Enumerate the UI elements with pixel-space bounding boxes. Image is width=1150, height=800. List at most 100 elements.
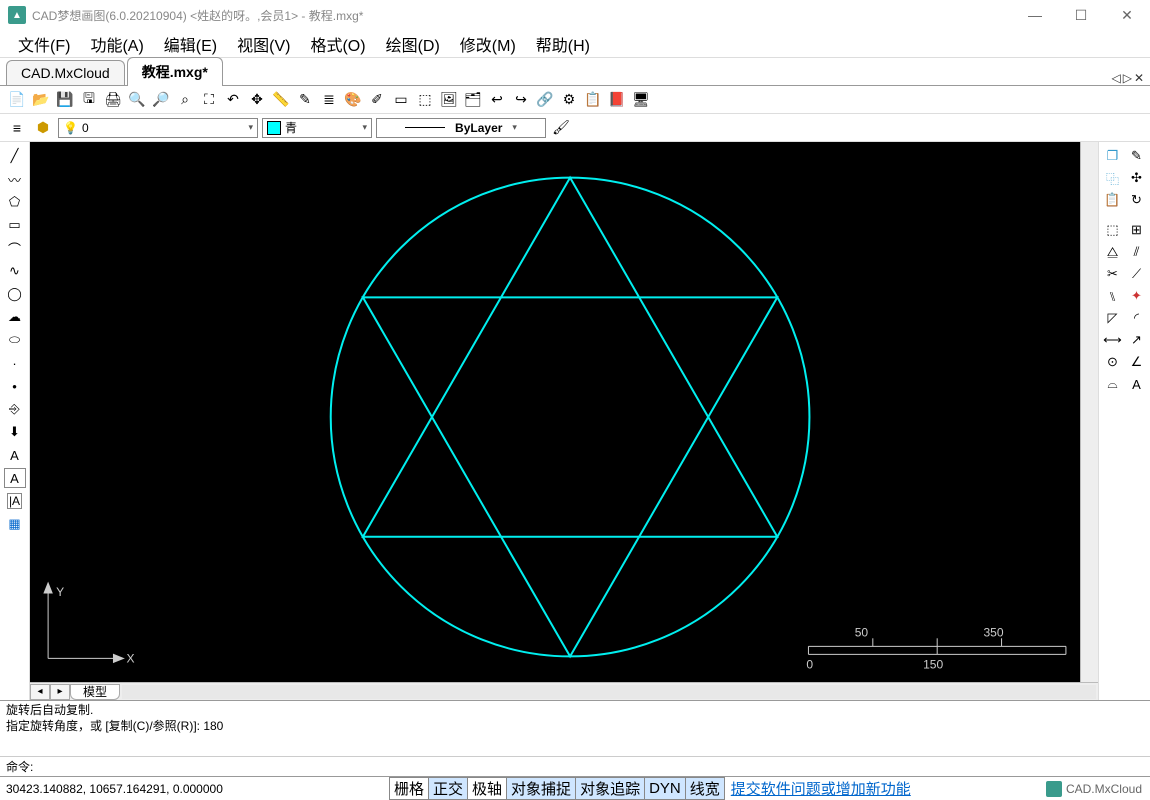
- break-icon[interactable]: ⑊: [1102, 286, 1124, 306]
- hatch-icon[interactable]: ▦: [4, 514, 26, 534]
- tab-scroll-right-icon[interactable]: ▷: [1123, 71, 1132, 85]
- polyline-icon[interactable]: 〰: [4, 169, 26, 189]
- select-icon[interactable]: ⬚: [1102, 220, 1124, 240]
- line-icon[interactable]: ╱: [4, 146, 26, 166]
- tab-cloud[interactable]: CAD.MxCloud: [6, 60, 125, 85]
- undo-icon[interactable]: ↩: [486, 89, 508, 111]
- measure-icon[interactable]: 📏: [270, 89, 292, 111]
- menu-draw[interactable]: 绘图(D): [376, 28, 450, 60]
- mirror-icon[interactable]: ⧋: [1102, 242, 1124, 262]
- circle-icon[interactable]: ◯: [4, 284, 26, 304]
- status-grid-button[interactable]: 栅格: [389, 777, 429, 800]
- chamfer-icon[interactable]: ◸: [1102, 308, 1124, 328]
- polygon-icon[interactable]: ⬠: [4, 192, 26, 212]
- pan-icon[interactable]: ✥: [246, 89, 268, 111]
- drawing-canvas[interactable]: Y X 50 350 0 150: [30, 142, 1080, 682]
- maximize-button[interactable]: ☐: [1058, 0, 1104, 30]
- new-icon[interactable]: 📄: [6, 89, 28, 111]
- brush-icon[interactable]: 🖌: [550, 117, 572, 139]
- menu-file[interactable]: 文件(F): [8, 28, 80, 60]
- paste-icon[interactable]: 📋: [1102, 190, 1124, 210]
- layer-combo[interactable]: 💡 0 ▾: [58, 118, 258, 138]
- offset-icon[interactable]: ⫽: [1126, 242, 1148, 262]
- tool10-icon[interactable]: 🖥: [630, 89, 652, 111]
- tool6-icon[interactable]: 🗂: [462, 89, 484, 111]
- tool9-icon[interactable]: 📋: [582, 89, 604, 111]
- dim-arc-icon[interactable]: ⌓: [1102, 374, 1124, 394]
- zoom-prev-icon[interactable]: ↶: [222, 89, 244, 111]
- arc-icon[interactable]: ⌒: [4, 238, 26, 258]
- revcloud-icon[interactable]: ☁: [4, 307, 26, 327]
- zoom-extents-icon[interactable]: ⛶: [198, 89, 220, 111]
- print-icon[interactable]: 🖨: [102, 89, 124, 111]
- tool1-icon[interactable]: ✎: [294, 89, 316, 111]
- redo-icon[interactable]: ↪: [510, 89, 532, 111]
- horizontal-scrollbar[interactable]: [122, 685, 1096, 699]
- menu-view[interactable]: 视图(V): [227, 28, 300, 60]
- tool8-icon[interactable]: ⚙: [558, 89, 580, 111]
- saveas-icon[interactable]: 🖫: [78, 89, 100, 111]
- tool2-icon[interactable]: ✐: [366, 89, 388, 111]
- zoom-window-icon[interactable]: ⌕: [174, 89, 196, 111]
- point2-icon[interactable]: •: [4, 376, 26, 396]
- array-icon[interactable]: ⊞: [1126, 220, 1148, 240]
- tab-close-icon[interactable]: ✕: [1134, 71, 1144, 85]
- open-icon[interactable]: 📂: [30, 89, 52, 111]
- explode-icon[interactable]: ✦: [1126, 286, 1148, 306]
- status-polar-button[interactable]: 极轴: [467, 777, 507, 800]
- spline-icon[interactable]: ∿: [4, 261, 26, 281]
- erase-icon[interactable]: ✎: [1126, 146, 1148, 166]
- tab-active-doc[interactable]: 教程.mxg*: [127, 57, 223, 86]
- zoom-out-icon[interactable]: 🔎: [150, 89, 172, 111]
- menu-edit[interactable]: 编辑(E): [154, 28, 227, 60]
- trim-icon[interactable]: ✂: [1102, 264, 1124, 284]
- ellipse-icon[interactable]: ⬭: [4, 330, 26, 350]
- menu-format[interactable]: 格式(O): [300, 28, 375, 60]
- rectangle-icon[interactable]: ▭: [4, 215, 26, 235]
- mtext2-icon[interactable]: |A: [4, 491, 26, 511]
- layer-state-icon[interactable]: ⬢: [32, 117, 54, 139]
- status-lwt-button[interactable]: 线宽: [685, 777, 725, 800]
- menu-help[interactable]: 帮助(H): [526, 28, 600, 60]
- copy-icon[interactable]: ❐: [1102, 146, 1124, 166]
- layers-icon[interactable]: ≣: [318, 89, 340, 111]
- tool4-icon[interactable]: ⬚: [414, 89, 436, 111]
- vertical-scrollbar[interactable]: [1080, 142, 1098, 682]
- tab-nav-right[interactable]: ▸: [50, 684, 70, 700]
- minimize-button[interactable]: ―: [1012, 0, 1058, 30]
- insert-icon[interactable]: ⬇: [4, 422, 26, 442]
- text-tool-icon[interactable]: A: [1126, 374, 1148, 394]
- zoom-in-icon[interactable]: 🔍: [126, 89, 148, 111]
- text-icon[interactable]: A: [4, 445, 26, 465]
- dim-radius-icon[interactable]: ⊙: [1102, 352, 1124, 372]
- move-icon[interactable]: ✣: [1126, 168, 1148, 188]
- save-icon[interactable]: 💾: [54, 89, 76, 111]
- fillet-icon[interactable]: ◜: [1126, 308, 1148, 328]
- status-dyn-button[interactable]: DYN: [644, 777, 686, 800]
- dim-linear-icon[interactable]: ⟷: [1102, 330, 1124, 350]
- tab-scroll-left-icon[interactable]: ◁: [1111, 71, 1120, 85]
- point-icon[interactable]: ·: [4, 353, 26, 373]
- close-button[interactable]: ✕: [1104, 0, 1150, 30]
- block-icon[interactable]: ⎆: [4, 399, 26, 419]
- status-osnap-button[interactable]: 对象捕捉: [506, 777, 576, 800]
- layer-mgr-icon[interactable]: ≡: [6, 117, 28, 139]
- tool5-icon[interactable]: 🖼: [438, 89, 460, 111]
- color-combo[interactable]: 青 ▾: [262, 118, 372, 138]
- color-icon[interactable]: 🎨: [342, 89, 364, 111]
- model-tab[interactable]: 模型: [70, 684, 120, 700]
- dim-aligned-icon[interactable]: ↗: [1126, 330, 1148, 350]
- tool7-icon[interactable]: 🔗: [534, 89, 556, 111]
- tab-nav-left[interactable]: ◂: [30, 684, 50, 700]
- menu-func[interactable]: 功能(A): [80, 28, 153, 60]
- status-ortho-button[interactable]: 正交: [428, 777, 468, 800]
- dim-angle-icon[interactable]: ∠: [1126, 352, 1148, 372]
- pdf-icon[interactable]: 📕: [606, 89, 628, 111]
- rotate-icon[interactable]: ↻: [1126, 190, 1148, 210]
- tool3-icon[interactable]: ▭: [390, 89, 412, 111]
- menu-modify[interactable]: 修改(M): [450, 28, 526, 60]
- feedback-link[interactable]: 提交软件问题或增加新功能: [731, 778, 911, 799]
- linetype-combo[interactable]: ByLayer ▾: [376, 118, 546, 138]
- command-input-row[interactable]: 命令:: [0, 756, 1150, 776]
- copy2-icon[interactable]: ⿻: [1102, 168, 1124, 188]
